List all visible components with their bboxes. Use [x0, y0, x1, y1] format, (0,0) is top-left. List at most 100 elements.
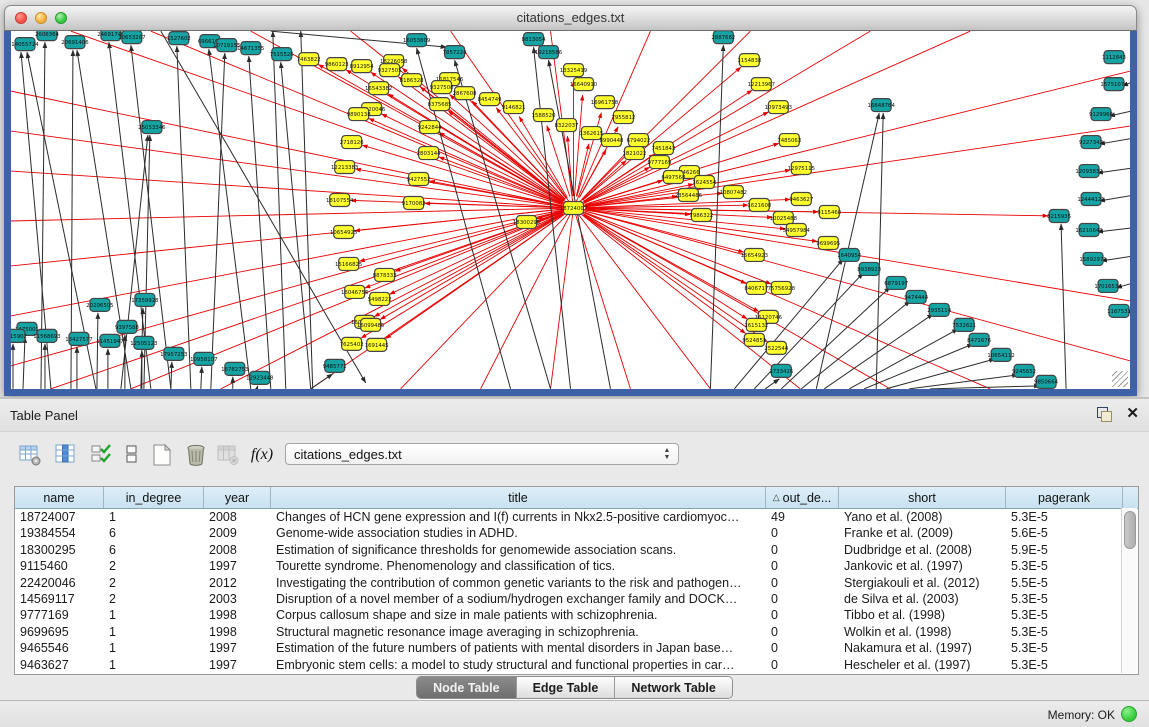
network-node[interactable]: 9242844 — [418, 121, 443, 134]
network-node[interactable]: 16648784 — [868, 99, 896, 112]
table-scrollbar[interactable] — [1121, 508, 1137, 673]
network-node[interactable]: 7532621 — [952, 318, 976, 331]
network-node[interactable]: 2606364 — [35, 31, 60, 41]
table-row[interactable]: 1872400712008Changes of HCN gene express… — [15, 509, 1138, 525]
network-node[interactable]: 11568693 — [33, 329, 60, 342]
network-node[interactable]: 15751074 — [1100, 78, 1128, 91]
network-node[interactable]: 17957253 — [160, 347, 187, 360]
network-node[interactable]: 9170082 — [402, 197, 426, 210]
rows-icon[interactable] — [118, 441, 146, 469]
network-node[interactable]: 25053346 — [138, 121, 166, 134]
network-node[interactable]: 1733426 — [769, 364, 794, 377]
network-node[interactable]: 9115460 — [817, 206, 842, 219]
network-node[interactable]: 2718126 — [340, 136, 365, 149]
network-node[interactable]: 14671355 — [237, 42, 264, 55]
network-node[interactable]: 8454749 — [478, 93, 503, 106]
network-node[interactable]: 8938923 — [857, 262, 881, 275]
network-node[interactable]: 23564486 — [675, 189, 703, 202]
network-node[interactable]: 17359928 — [131, 293, 159, 306]
network-node[interactable]: 9485771 — [323, 359, 347, 372]
network-node[interactable]: 12444121 — [1077, 193, 1104, 206]
network-node[interactable]: 7955812 — [611, 111, 635, 124]
network-node[interactable]: 16782753 — [221, 362, 248, 375]
network-node[interactable]: 1112843 — [1102, 51, 1126, 64]
network-node[interactable]: 7986322 — [689, 209, 713, 222]
float-panel-icon[interactable] — [1096, 406, 1112, 422]
network-node[interactable]: 8878333 — [373, 268, 397, 281]
network-node[interactable]: 14055724 — [11, 38, 39, 51]
table-row[interactable]: 1830029562008Estimation of significance … — [15, 542, 1138, 558]
trash-icon[interactable] — [182, 441, 210, 469]
network-node[interactable]: 16961758 — [591, 96, 619, 109]
network-node[interactable]: 7625402 — [340, 337, 364, 350]
network-node[interactable]: 6879197 — [884, 276, 908, 289]
network-node[interactable]: 8375685 — [428, 98, 452, 111]
citation-network-graph[interactable]: 1872400726063641405572420691406246917401… — [11, 31, 1130, 389]
network-node[interactable]: 9524851 — [742, 333, 766, 346]
table-row[interactable]: 911546021997Tourette syndrome. Phenomeno… — [15, 558, 1138, 574]
network-node[interactable]: 9327505 — [378, 64, 402, 77]
network-node[interactable]: 9427552 — [407, 173, 431, 186]
network-node[interactable]: 9474444 — [904, 290, 929, 303]
network-node[interactable]: 6497568 — [661, 171, 686, 184]
table-source-select[interactable]: citations_edges.txt ▲▼ — [285, 443, 679, 465]
network-node[interactable]: 1691445 — [365, 338, 389, 351]
network-node[interactable]: 19218586 — [535, 46, 563, 59]
close-panel-icon[interactable]: ✕ — [1126, 406, 1139, 422]
network-node[interactable]: 9860123 — [325, 58, 349, 71]
network-node[interactable]: 9327508 — [430, 81, 455, 94]
network-node[interactable]: 16210643 — [1075, 223, 1102, 236]
network-node[interactable]: 7857224 — [443, 46, 468, 59]
network-node[interactable]: 15892971 — [1079, 252, 1106, 265]
network-node[interactable]: 2887682 — [711, 31, 735, 44]
table-row[interactable]: 969969511998Structural magnetic resonanc… — [15, 624, 1138, 640]
network-node[interactable]: 8186328 — [400, 74, 425, 87]
network-node[interactable]: 2522544 — [764, 341, 789, 354]
network-node[interactable]: 3915902 — [11, 329, 27, 342]
network-node[interactable]: 7515526 — [270, 48, 295, 61]
network-node[interactable]: 7451843 — [651, 142, 675, 155]
network-node[interactable]: 9146821 — [502, 101, 526, 114]
network-node[interactable]: 8813054 — [522, 33, 547, 46]
network-node[interactable]: 1621608 — [747, 199, 772, 212]
network-node[interactable]: 15654923 — [741, 248, 768, 261]
network-node[interactable]: 16640910 — [570, 78, 598, 91]
network-node[interactable]: 1624554 — [692, 176, 717, 189]
table-row[interactable]: 977716911998Corpus callosum shape and si… — [15, 607, 1138, 623]
network-node[interactable]: 9397588 — [115, 320, 140, 333]
network-node[interactable]: 7463822 — [297, 53, 321, 66]
table-row[interactable]: 946362711997Embryonic stem cells: a mode… — [15, 657, 1138, 673]
network-node[interactable]: 75756928 — [768, 281, 796, 294]
tab-edge-table[interactable]: Edge Table — [517, 677, 616, 698]
network-node[interactable]: 12975115 — [788, 162, 815, 175]
network-node[interactable]: 10025488 — [770, 211, 798, 224]
network-window-titlebar[interactable]: citations_edges.txt — [4, 5, 1137, 31]
network-node[interactable]: 2803144 — [417, 147, 442, 160]
table-row[interactable]: 1938455462009Genome-wide association stu… — [15, 525, 1138, 541]
network-node[interactable]: 16099485 — [357, 318, 384, 331]
column-header-year[interactable]: year — [204, 487, 271, 508]
network-canvas[interactable]: 1872400726063641405572420691406246917401… — [11, 31, 1130, 389]
network-node[interactable]: 1167531 — [1107, 304, 1130, 317]
table-row[interactable]: 1456911722003Disruption of a novel membe… — [15, 591, 1138, 607]
network-node[interactable]: 10654112 — [987, 348, 1014, 361]
network-node[interactable]: 13325419 — [560, 64, 588, 77]
tab-network-table[interactable]: Network Table — [615, 677, 732, 698]
network-node[interactable]: 12213383 — [331, 161, 358, 174]
network-node[interactable]: 2867608 — [453, 87, 478, 100]
network-node[interactable]: 10653267 — [118, 31, 145, 44]
network-node[interactable]: 10958107 — [190, 352, 217, 365]
network-node[interactable]: 15166825 — [335, 257, 362, 270]
network-node[interactable]: 9890138 — [347, 108, 372, 121]
network-node[interactable]: 9129966 — [1089, 108, 1114, 121]
column-header-short[interactable]: short — [839, 487, 1006, 508]
network-node[interactable]: 54957984 — [783, 223, 811, 236]
network-node[interactable]: 1588520 — [532, 109, 557, 122]
network-node[interactable]: 20206505 — [86, 298, 113, 311]
network-node[interactable]: 8471676 — [967, 333, 992, 346]
network-node[interactable]: 12505123 — [130, 336, 157, 349]
network-node[interactable]: 9227342 — [1079, 136, 1103, 149]
network-node[interactable]: 1527602 — [167, 32, 191, 45]
column-header-pagerank[interactable]: pagerank — [1006, 487, 1123, 508]
network-node[interactable]: 12093832 — [1075, 165, 1102, 178]
